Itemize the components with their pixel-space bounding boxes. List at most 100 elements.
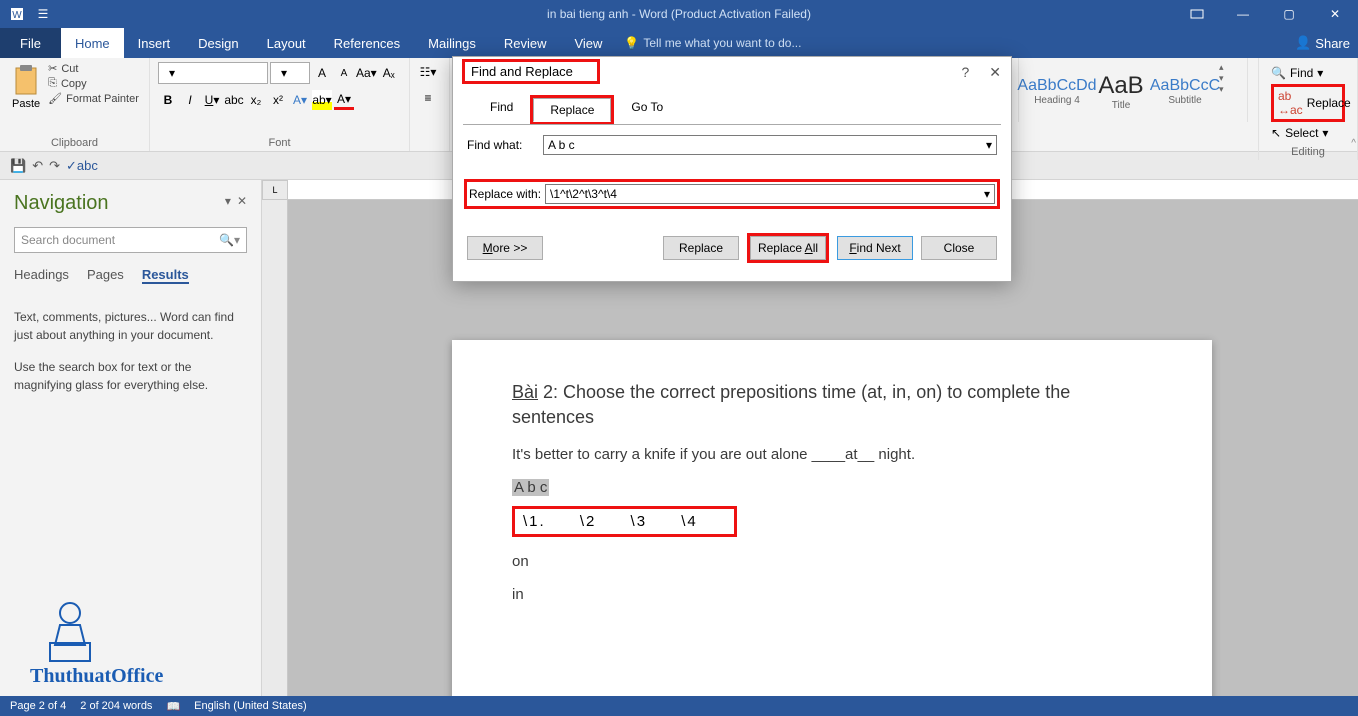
format-painter-button[interactable]: 🖌Format Painter [48, 92, 139, 105]
tab-find-label: Find [490, 100, 513, 114]
align-left-button[interactable]: ≡ [418, 88, 438, 108]
status-page[interactable]: Page 2 of 4 [10, 700, 66, 712]
group-font: ▾ ▾ A A Aa▾ Aₓ B I U▾ abc x₂ x² A▾ ab▾ A… [150, 58, 410, 151]
chevron-down-icon: ▾ [1317, 66, 1323, 80]
result-cell: \4 [681, 513, 698, 530]
copy-icon: ⎘ [48, 77, 57, 90]
shrink-font-button[interactable]: A [334, 63, 354, 83]
find-what-input[interactable]: A b c▾ [543, 135, 997, 155]
share-button[interactable]: 👤 Share [1295, 28, 1350, 58]
text-effects-button[interactable]: A▾ [290, 90, 310, 110]
status-bar: Page 2 of 4 2 of 204 words 📖 English (Un… [0, 696, 1358, 716]
status-proofing-icon[interactable]: 📖 [166, 700, 180, 713]
paste-button[interactable]: Paste [8, 62, 44, 112]
styles-gallery-scroll[interactable]: ▴▾▾ [1219, 62, 1224, 95]
nav-tab-headings[interactable]: Headings [14, 267, 69, 284]
tab-layout[interactable]: Layout [253, 28, 320, 58]
clipboard-group-label: Clipboard [8, 135, 141, 149]
close-window-button[interactable]: ✕ [1312, 0, 1358, 28]
group-editing: 🔍Find▾ ab↔acReplace ↖Select▾ Editing [1258, 58, 1358, 160]
style-title[interactable]: AaBTitle [1091, 62, 1151, 120]
collapse-ribbon-icon[interactable]: ^ [1351, 138, 1356, 149]
style-preview: AaBbCcDd [1017, 77, 1096, 95]
nav-hint-2: Use the search box for text or the magni… [14, 358, 247, 394]
superscript-button[interactable]: x² [268, 90, 288, 110]
copy-label: Copy [61, 78, 87, 90]
tab-replace-label: Replace [550, 103, 594, 117]
change-case-button[interactable]: Aa▾ [356, 63, 377, 83]
find-replace-dialog: Find and Replace ? ✕ Find Replace Go To … [452, 56, 1012, 282]
replace-button[interactable]: ab↔acReplace [1271, 84, 1345, 122]
dialog-tab-replace[interactable]: Replace [533, 98, 611, 122]
subscript-button[interactable]: x₂ [246, 90, 266, 110]
word-app-icon[interactable]: W [6, 3, 28, 25]
replace-with-input[interactable]: \1^t\2^t\3^t\4▾ [545, 184, 995, 204]
group-styles: AaBbCcDdHeading 4 AaBTitle AaBbCcCSubtit… [1018, 58, 1248, 122]
doc-sentence: It's better to carry a knife if you are … [512, 446, 1152, 463]
tab-references[interactable]: References [320, 28, 414, 58]
dialog-close-button[interactable]: Close [921, 236, 997, 260]
style-subtitle[interactable]: AaBbCcCSubtitle [1155, 62, 1215, 120]
tab-review[interactable]: Review [490, 28, 561, 58]
doc-result-row: \1. \2 \3 \4 [512, 506, 737, 537]
copy-button[interactable]: ⎘ Copy [48, 77, 139, 90]
replace-one-button[interactable]: Replace [663, 236, 739, 260]
font-color-button[interactable]: A▾ [334, 90, 354, 110]
ruler-corner[interactable]: L [262, 180, 288, 200]
find-next-button[interactable]: Find Next [837, 236, 913, 260]
undo-icon[interactable]: ↶ [32, 158, 43, 174]
tell-me-placeholder: Tell me what you want to do... [643, 36, 801, 50]
ruler-vertical[interactable] [262, 200, 288, 696]
nav-close-icon[interactable]: ✕ [237, 194, 247, 208]
strikethrough-button[interactable]: abc [224, 90, 244, 110]
tab-file[interactable]: File [0, 28, 61, 58]
doc-abc: A b c [512, 479, 1152, 496]
tab-view[interactable]: View [560, 28, 616, 58]
nav-dropdown-icon[interactable]: ▾ [225, 194, 231, 208]
tab-home[interactable]: Home [61, 28, 124, 58]
chevron-down-icon[interactable]: ▾ [986, 138, 992, 152]
highlight-button[interactable]: ab▾ [312, 90, 332, 110]
document-page[interactable]: Bài 2: Choose the correct prepositions t… [452, 340, 1212, 696]
style-name: Title [1112, 100, 1131, 111]
navigation-search-input[interactable]: Search document 🔍▾ [14, 227, 247, 253]
underline-button[interactable]: U▾ [202, 90, 222, 110]
chevron-down-icon[interactable]: ▾ [984, 187, 990, 201]
cut-button[interactable]: ✂Cut [48, 62, 139, 75]
find-label: Find [1290, 66, 1313, 80]
nav-tab-pages[interactable]: Pages [87, 267, 124, 284]
spellcheck-icon[interactable]: ✓abc [66, 158, 98, 174]
italic-button[interactable]: I [180, 90, 200, 110]
bullets-button[interactable]: ☷▾ [418, 62, 438, 82]
tab-design[interactable]: Design [184, 28, 252, 58]
dialog-tab-goto[interactable]: Go To [614, 95, 680, 124]
tab-mailings[interactable]: Mailings [414, 28, 490, 58]
ribbon-display-icon[interactable] [1174, 0, 1220, 28]
grow-font-button[interactable]: A [312, 63, 332, 83]
ribbon-tabs: File Home Insert Design Layout Reference… [0, 28, 1358, 58]
bold-button[interactable]: B [158, 90, 178, 110]
qat-touch-icon[interactable]: ☰ [32, 3, 54, 25]
maximize-button[interactable]: ▢ [1266, 0, 1312, 28]
font-size-combo[interactable]: ▾ [270, 62, 310, 84]
select-button[interactable]: ↖Select▾ [1271, 126, 1345, 140]
save-icon[interactable]: 💾 [10, 158, 26, 174]
redo-icon[interactable]: ↷ [49, 158, 60, 174]
tell-me-search[interactable]: 💡 Tell me what you want to do... [624, 28, 801, 58]
dialog-tab-find[interactable]: Find [473, 95, 530, 124]
more-button[interactable]: MMore >>ore >> [467, 236, 543, 260]
dialog-close-icon[interactable]: ✕ [989, 64, 1001, 81]
tab-insert[interactable]: Insert [124, 28, 185, 58]
replace-with-label: Replace with: [469, 187, 545, 201]
nav-tab-results[interactable]: Results [142, 267, 189, 284]
clear-formatting-button[interactable]: Aₓ [379, 63, 399, 83]
style-heading4[interactable]: AaBbCcDdHeading 4 [1027, 62, 1087, 120]
dialog-help-icon[interactable]: ? [961, 64, 969, 81]
find-button[interactable]: 🔍Find▾ [1271, 66, 1345, 80]
minimize-button[interactable]: — [1220, 0, 1266, 28]
status-words[interactable]: 2 of 204 words [80, 700, 152, 712]
font-family-combo[interactable]: ▾ [158, 62, 268, 84]
status-language[interactable]: English (United States) [194, 700, 307, 712]
replace-all-button[interactable]: Replace All [750, 236, 826, 260]
heading-rest: 2: Choose the correct prepositions time … [512, 382, 1070, 427]
